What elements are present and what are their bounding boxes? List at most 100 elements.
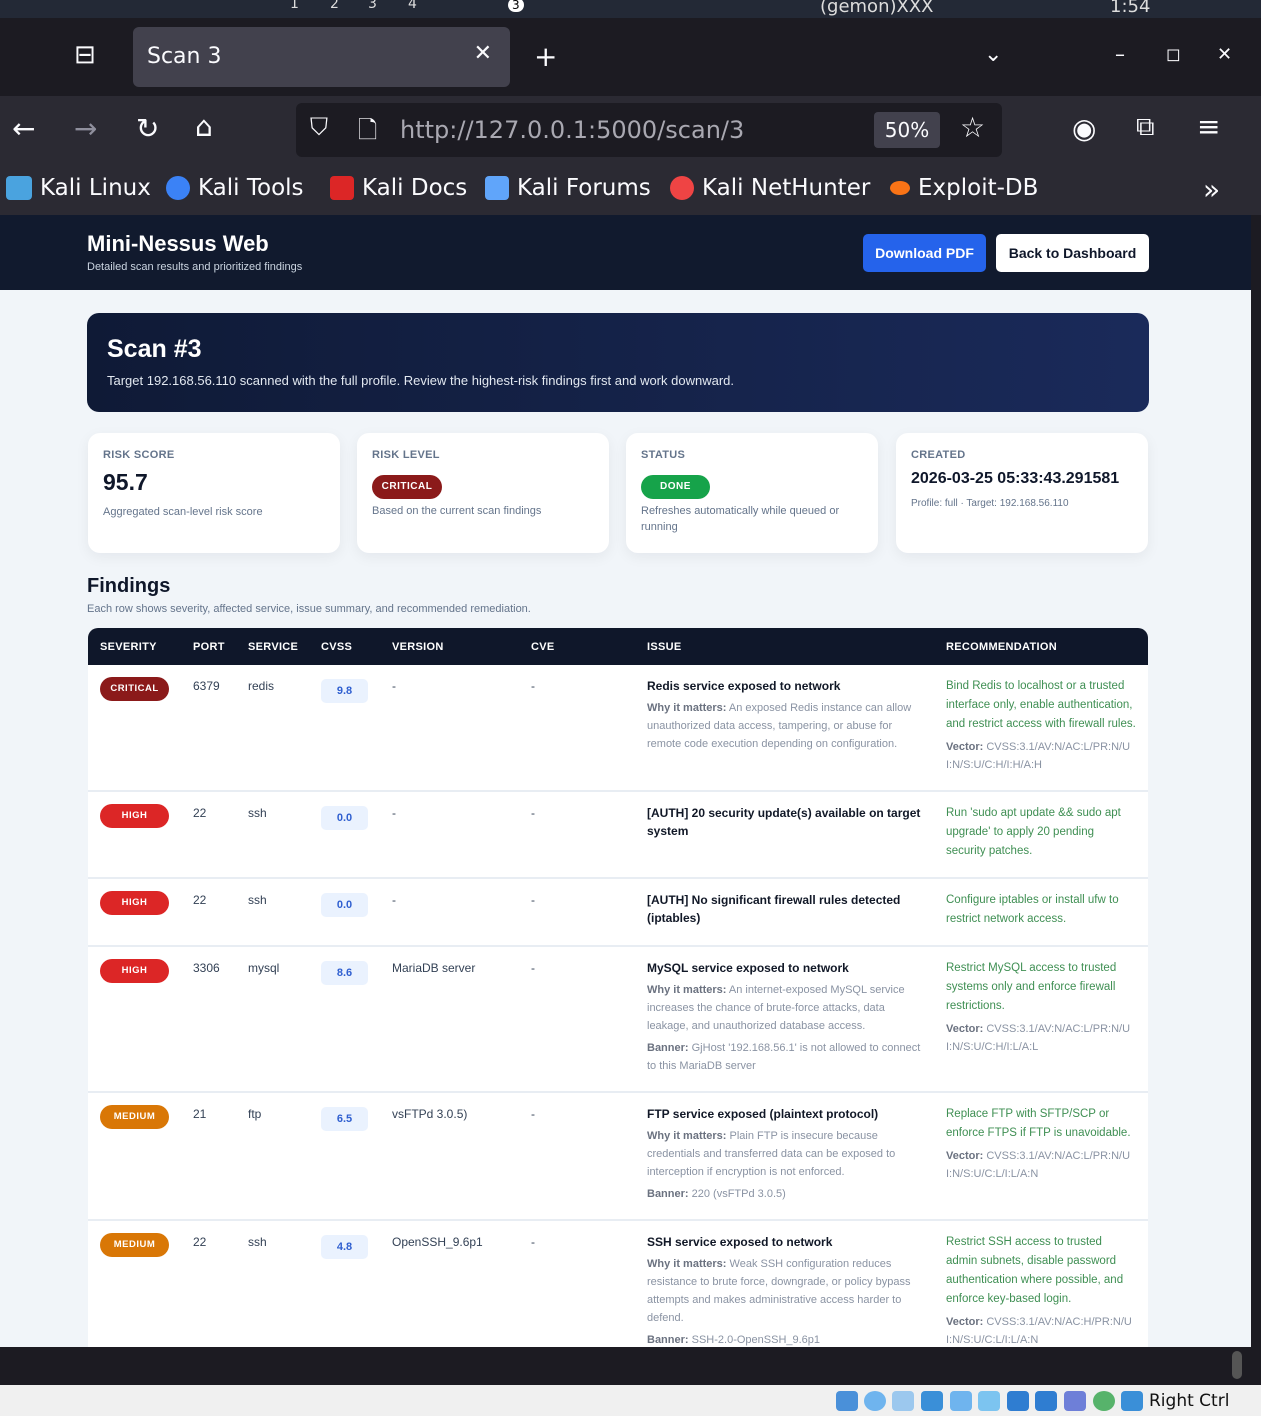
- workspace-1[interactable]: 1: [290, 0, 299, 12]
- scan-description: Target 192.168.56.110 scanned with the f…: [107, 373, 734, 388]
- port-cell: 22: [181, 878, 236, 947]
- usb-icon[interactable]: [950, 1391, 972, 1411]
- cvss-badge: 8.6: [321, 961, 368, 985]
- bookmark-exploit-db[interactable]: Exploit-DB: [890, 175, 1038, 201]
- recording-icon[interactable]: [1035, 1391, 1057, 1411]
- back-icon[interactable]: ←: [12, 112, 35, 145]
- network-icon[interactable]: [921, 1391, 943, 1411]
- bookmark-kali-nethunter[interactable]: Kali NetHunter: [670, 175, 870, 201]
- forward-icon[interactable]: →: [74, 112, 97, 145]
- cvss-badge: 6.5: [321, 1107, 368, 1131]
- reload-icon[interactable]: ↻: [136, 112, 159, 145]
- account-icon[interactable]: ◉: [1072, 112, 1096, 145]
- kali-nethunter-icon: [670, 176, 694, 200]
- severity-badge: HIGH: [100, 959, 169, 983]
- version-cell: MariaDB server: [380, 946, 519, 1093]
- close-window-icon[interactable]: ✕: [1217, 44, 1232, 65]
- vector-label: Vector:: [946, 1316, 984, 1328]
- why-label: Why it matters:: [647, 1258, 727, 1270]
- chevron-down-icon[interactable]: ⌄: [984, 42, 1002, 67]
- card-note: Aggregated scan-level risk score: [103, 506, 263, 518]
- issue-title: [AUTH] No significant firewall rules det…: [647, 893, 901, 925]
- app-subtitle: Detailed scan results and prioritized fi…: [87, 261, 303, 273]
- risk-score-value: 95.7: [103, 469, 148, 495]
- scrollbar-thumb[interactable]: [1232, 1351, 1242, 1379]
- page-scrollbar[interactable]: [1251, 215, 1261, 1347]
- cve-cell: -: [519, 1220, 635, 1347]
- browser-tab-bar: ⊟ Scan 3 ✕ + ⌄ – ◻ ✕: [0, 18, 1261, 96]
- recommendation-text: Replace FTP with SFTP/SCP or enforce FTP…: [946, 1108, 1131, 1139]
- scan-title: Scan #3: [107, 335, 202, 363]
- cvss-vector: Vector: CVSS:3.1/AV:N/AC:L/PR:N/UI:N/S:U…: [946, 738, 1136, 774]
- bookmark-kali-forums[interactable]: Kali Forums: [485, 175, 651, 201]
- optical-drive-icon[interactable]: [864, 1391, 886, 1411]
- column-header: PORT: [181, 628, 236, 665]
- status-card: STATUS DONE Refreshes automatically whil…: [626, 433, 878, 553]
- risk-score-card: RISK SCORE 95.7 Aggregated scan-level ri…: [88, 433, 340, 553]
- more-bookmarks-icon[interactable]: »: [1203, 173, 1220, 206]
- issue-cell: SSH service exposed to network Why it mat…: [635, 1220, 934, 1347]
- download-pdf-button[interactable]: Download PDF: [863, 234, 986, 272]
- version-cell: OpenSSH_9.6p1: [380, 1220, 519, 1347]
- close-tab-icon[interactable]: ✕: [474, 41, 492, 66]
- banner-label: Banner:: [647, 1188, 689, 1200]
- severity-badge: MEDIUM: [100, 1233, 169, 1257]
- severity-badge: CRITICAL: [100, 677, 169, 701]
- why-label: Why it matters:: [647, 984, 727, 996]
- mouse-integration-icon[interactable]: [1093, 1391, 1115, 1411]
- back-to-dashboard-button[interactable]: Back to Dashboard: [996, 234, 1149, 272]
- shared-folders-icon[interactable]: [978, 1391, 1000, 1411]
- menu-icon[interactable]: ≡: [1197, 110, 1220, 143]
- why-label: Why it matters:: [647, 702, 727, 714]
- url-bar[interactable]: ⛉ 🗋 http://127.0.0.1:5000/scan/3 50% ☆: [296, 103, 1002, 157]
- severity-cell: HIGH: [88, 878, 181, 947]
- bookmark-kali-linux[interactable]: Kali Linux: [6, 175, 151, 201]
- recommendation-cell: Bind Redis to localhost or a trusted int…: [934, 665, 1148, 792]
- cpu-icon[interactable]: [1064, 1391, 1086, 1411]
- home-icon[interactable]: ⌂: [195, 110, 213, 143]
- display-icon[interactable]: [1007, 1391, 1029, 1411]
- bookmark-kali-tools[interactable]: Kali Tools: [166, 175, 304, 201]
- issue-cell: FTP service exposed (plaintext protocol)…: [635, 1092, 934, 1221]
- risk-level-badge: CRITICAL: [372, 475, 442, 499]
- recommendation-cell: Run 'sudo apt update && sudo apt upgrade…: [934, 791, 1148, 879]
- navigation-toolbar: ← → ↻ ⌂ ⛉ 🗋 http://127.0.0.1:5000/scan/3…: [0, 96, 1261, 165]
- service-cell: ssh: [236, 878, 309, 947]
- service-cell: ssh: [236, 1220, 309, 1347]
- workspace-3[interactable]: 3: [368, 0, 377, 12]
- extensions-icon[interactable]: ⧉: [1136, 112, 1155, 143]
- cve-cell: -: [519, 878, 635, 947]
- cve-cell: -: [519, 791, 635, 879]
- app-header: Mini-Nessus Web Detailed scan results an…: [0, 215, 1251, 290]
- recommendation-text: Run 'sudo apt update && sudo apt upgrade…: [946, 807, 1121, 857]
- banner-label: Banner:: [647, 1042, 689, 1054]
- new-tab-icon[interactable]: +: [534, 40, 557, 73]
- browser-tab[interactable]: Scan 3 ✕: [133, 27, 510, 87]
- table-header-row: SEVERITY PORT SERVICE CVSS VERSION CVE ISSUE RE…: [88, 628, 1148, 665]
- minimize-icon[interactable]: –: [1115, 42, 1125, 66]
- cvss-vector: Vector: CVSS:3.1/AV:N/AC:L/PR:N/UI:N/S:U…: [946, 1147, 1136, 1183]
- zoom-level[interactable]: 50%: [874, 112, 940, 148]
- shield-icon[interactable]: ⛉: [310, 113, 328, 141]
- workspace-4[interactable]: 4: [408, 0, 417, 12]
- issue-cell: MySQL service exposed to network Why it m…: [635, 946, 934, 1093]
- issue-title: SSH service exposed to network: [647, 1235, 833, 1249]
- workspace-2[interactable]: 2: [330, 0, 339, 12]
- audio-icon[interactable]: [892, 1391, 914, 1411]
- bookmark-star-icon[interactable]: ☆: [960, 111, 985, 144]
- recommendation-cell: Replace FTP with SFTP/SCP or enforce FTP…: [934, 1092, 1148, 1221]
- table-row: MEDIUM 22 ssh 4.8 OpenSSH_9.6p1- SSH service …: [88, 1220, 1148, 1347]
- column-header: RECOMMENDATION: [934, 628, 1148, 665]
- findings-subtitle: Each row shows severity, affected servic…: [87, 603, 531, 615]
- service-cell: ssh: [236, 791, 309, 879]
- hard-disk-icon[interactable]: [836, 1391, 858, 1411]
- user-label: (gemon)XXX: [820, 0, 934, 17]
- table-row: HIGH 22 ssh 0.0- - [AUTH] 20 security update(…: [88, 791, 1148, 879]
- bookmark-kali-docs[interactable]: Kali Docs: [330, 175, 467, 201]
- severity-cell: MEDIUM: [88, 1220, 181, 1347]
- keyboard-capture-icon[interactable]: [1121, 1391, 1143, 1411]
- url-text[interactable]: http://127.0.0.1:5000/scan/3: [400, 116, 744, 144]
- maximize-icon[interactable]: ◻: [1166, 44, 1181, 65]
- issue-title: FTP service exposed (plaintext protocol): [647, 1107, 879, 1121]
- tab-overview-icon[interactable]: ⊟: [74, 40, 96, 70]
